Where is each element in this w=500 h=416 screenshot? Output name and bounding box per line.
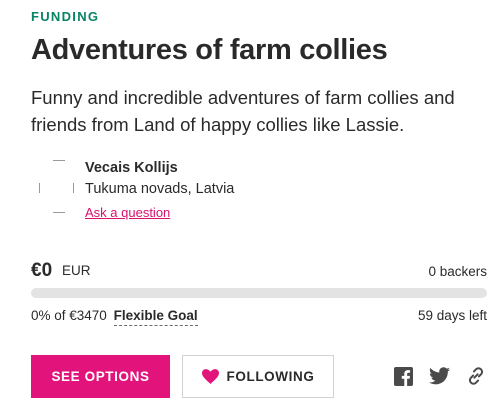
backers-number: 0 (428, 264, 436, 279)
avatar[interactable] (35, 159, 77, 217)
heart-icon (201, 369, 219, 384)
twitter-icon[interactable] (428, 365, 450, 387)
see-options-button[interactable]: SEE OPTIONS (31, 355, 170, 398)
amount-raised: €0 (31, 260, 53, 281)
link-icon[interactable] (465, 365, 487, 387)
facebook-icon[interactable] (392, 365, 414, 387)
funding-progress-bar (31, 288, 487, 298)
goal-type[interactable]: Flexible Goal (113, 308, 198, 326)
currency-label: EUR (62, 263, 91, 278)
backers-count: 0 backers (428, 264, 487, 279)
funding-percent-text: 0% of €3470 (31, 308, 107, 323)
creator-location: Tukuma novads, Latvia (85, 181, 235, 197)
backers-label: backers (439, 264, 487, 279)
project-description: Funny and incredible adventures of farm … (31, 87, 455, 135)
days-left: 59 days left (417, 308, 487, 323)
following-label: FOLLOWING (226, 369, 315, 384)
section-label: FUNDING (31, 9, 100, 24)
creator-name[interactable]: Vecais Kollijs (85, 160, 178, 176)
ask-question-link[interactable]: Ask a question (85, 205, 170, 220)
page-title: Adventures of farm collies (31, 34, 388, 66)
funding-goal: 0% of €3470 Flexible Goal (31, 308, 198, 326)
following-button[interactable]: FOLLOWING (182, 355, 334, 398)
